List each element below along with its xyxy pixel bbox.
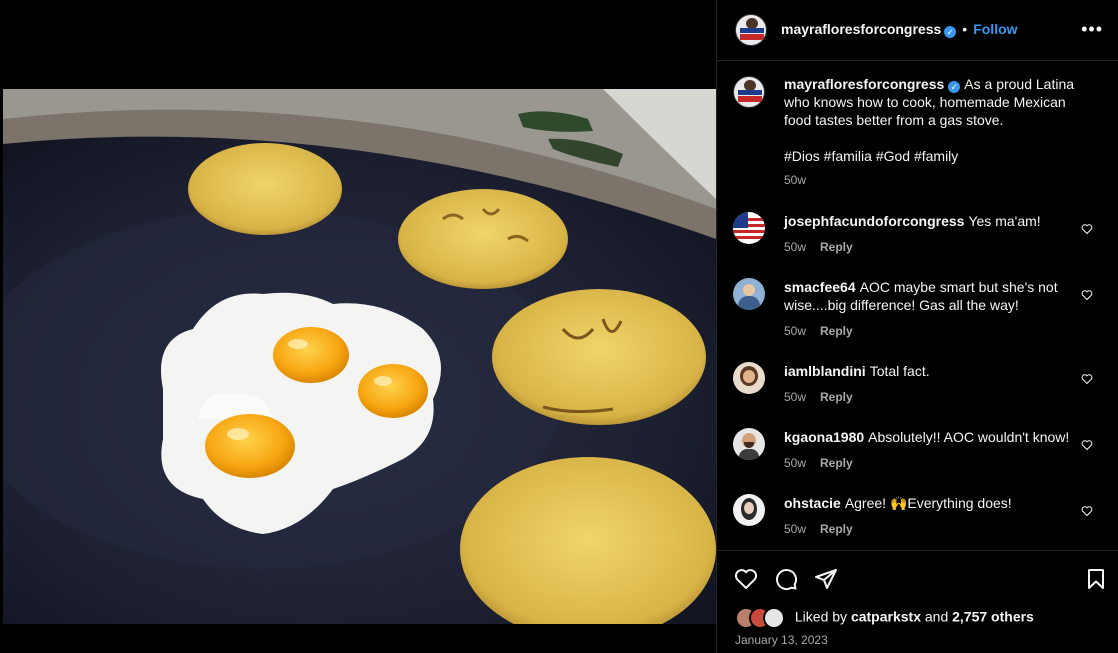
bookmark-icon[interactable] <box>1084 567 1108 591</box>
reply-button[interactable]: Reply <box>820 240 853 254</box>
comment-like-heart-icon[interactable] <box>1081 505 1093 517</box>
post-photo[interactable] <box>3 89 716 624</box>
caption-text-block: mayrafloresforcongress ✓ As a proud Latina… <box>784 75 1094 189</box>
likes-middle: and <box>924 608 949 625</box>
follow-button[interactable]: Follow <box>973 21 1017 37</box>
comment-item: kgaona1980 Absolutely!! AOC wouldn't know… <box>733 428 1103 478</box>
caption-author-name[interactable]: mayrafloresforcongress <box>784 76 944 92</box>
header-author-name[interactable]: mayrafloresforcongress <box>781 21 941 37</box>
comment-username[interactable]: kgaona1980 <box>784 429 864 445</box>
comment-time[interactable]: 50w <box>784 522 806 536</box>
verified-badge-icon: ✓ <box>944 26 957 38</box>
comment-time[interactable]: 50w <box>784 456 806 470</box>
reply-button[interactable]: Reply <box>820 390 853 404</box>
comment-time[interactable]: 50w <box>784 240 806 254</box>
post-actions: Liked by catparkstx and 2,757 others Jan… <box>717 550 1118 653</box>
comment-username[interactable]: ohstacie <box>784 495 841 511</box>
likes-count[interactable]: 2,757 others <box>952 609 1034 625</box>
caption-hashtags[interactable]: #Dios #familia #God #family <box>784 147 1094 165</box>
griddle-photo-image <box>3 89 716 624</box>
comment-text: Absolutely!! AOC wouldn't know! <box>868 429 1070 445</box>
reply-button[interactable]: Reply <box>820 522 853 536</box>
reply-button[interactable]: Reply <box>820 456 853 470</box>
header-author-line: mayrafloresforcongress ✓ • Follow <box>781 21 1018 39</box>
flag-avatar-icon <box>733 212 765 244</box>
comment-username[interactable]: smacfee64 <box>784 279 856 295</box>
caption-meta: 50w <box>784 171 1094 189</box>
likes-prefix: Liked by <box>794 608 848 625</box>
comment-item: ohstacie Agree! 🙌Everything does! 50w Repl… <box>733 494 1103 544</box>
comment-like-heart-icon[interactable] <box>1081 439 1093 451</box>
comment-icon[interactable] <box>774 567 798 591</box>
post-date[interactable]: January 13, 2023 <box>735 633 828 647</box>
comment-body: iamlblandini Total fact. 50w Reply <box>784 362 1084 406</box>
comment-time[interactable]: 50w <box>784 324 806 338</box>
comment-item: iamlblandini Total fact. 50w Reply <box>733 362 1103 412</box>
comment-text: Agree! 🙌Everything does! <box>844 495 1012 511</box>
post-header: mayrafloresforcongress ✓ • Follow ••• <box>717 0 1118 61</box>
more-options-icon[interactable]: ••• <box>1081 19 1103 40</box>
comment-like-heart-icon[interactable] <box>1081 373 1093 385</box>
header-separator: • <box>962 21 968 37</box>
heart-icon[interactable] <box>734 567 758 591</box>
comment-text: Total fact. <box>869 363 930 379</box>
comment-username[interactable]: iamlblandini <box>784 363 866 379</box>
post-sidebar: mayrafloresforcongress ✓ • Follow ••• mayra… <box>716 0 1118 653</box>
caption-author-avatar[interactable] <box>733 76 765 108</box>
comment-body: kgaona1980 Absolutely!! AOC wouldn't know… <box>784 428 1084 472</box>
comment-item: smacfee64 AOC maybe smart but she's not w… <box>733 278 1103 344</box>
comment-body: smacfee64 AOC maybe smart but she's not w… <box>784 278 1084 340</box>
share-icon[interactable] <box>814 567 838 591</box>
author-avatar[interactable] <box>735 14 767 46</box>
comment-text: Yes ma'am! <box>968 213 1041 229</box>
commenter-avatar[interactable] <box>733 362 765 394</box>
comment-username[interactable]: josephfacundoforcongress <box>784 213 964 229</box>
post-media <box>0 0 716 653</box>
comment-like-heart-icon[interactable] <box>1081 289 1093 301</box>
commenter-avatar[interactable] <box>733 212 765 244</box>
comment-body: ohstacie Agree! 🙌Everything does! 50w Repl… <box>784 494 1084 538</box>
commenter-avatar[interactable] <box>733 494 765 526</box>
comment-body: josephfacundoforcongress Yes ma'am! 50w Re… <box>784 212 1084 256</box>
reply-button[interactable]: Reply <box>820 324 853 338</box>
likes-user[interactable]: catparkstx <box>851 609 921 625</box>
commenter-avatar[interactable] <box>733 428 765 460</box>
commenter-avatar[interactable] <box>733 278 765 310</box>
liker-avatar[interactable] <box>763 607 785 629</box>
comment-like-heart-icon[interactable] <box>1081 223 1093 235</box>
verified-badge-icon: ✓ <box>948 81 961 93</box>
comment-item: josephfacundoforcongress Yes ma'am! 50w Re… <box>733 212 1103 262</box>
comment-time[interactable]: 50w <box>784 390 806 404</box>
likes-line: Liked by catparkstx and 2,757 others <box>735 607 1034 629</box>
caption-time[interactable]: 50w <box>784 173 806 187</box>
